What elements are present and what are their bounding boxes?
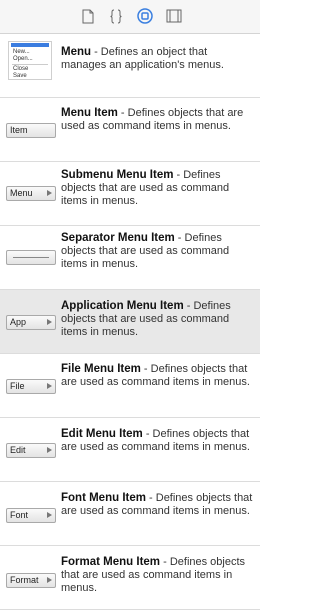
item-thumbnail: Font xyxy=(6,508,56,523)
item-title: Application Menu Item xyxy=(61,300,184,312)
item-description: Separator Menu Item - Defines objects th… xyxy=(61,232,254,271)
library-item-application-menu-item[interactable]: App Application Menu Item - Defines obje… xyxy=(0,290,260,354)
item-description: Menu - Defines an object that manages an… xyxy=(61,46,254,72)
item-description: Menu Item - Defines objects that are use… xyxy=(61,107,254,133)
item-thumbnail xyxy=(6,250,56,265)
file-icon[interactable] xyxy=(80,8,96,24)
submenu-arrow-icon xyxy=(47,190,52,196)
menu-thumb-item: Close xyxy=(13,66,29,72)
item-thumbnail: Format xyxy=(6,573,56,588)
library-item-separator-menu-item[interactable]: Separator Menu Item - Defines objects th… xyxy=(0,226,260,290)
item-description: Edit Menu Item - Defines objects that ar… xyxy=(61,428,254,454)
item-description: Submenu Menu Item - Defines objects that… xyxy=(61,169,254,208)
library-item-font-menu-item[interactable]: Font Font Menu Item - Defines objects th… xyxy=(0,482,260,546)
menu-thumb-item: New... xyxy=(13,49,30,55)
item-description: Application Menu Item - Defines objects … xyxy=(61,300,254,339)
thumbnail-label: App xyxy=(10,317,27,327)
media-library-icon[interactable] xyxy=(166,8,182,24)
menu-thumb-item: Open... xyxy=(13,56,33,62)
item-title: Menu xyxy=(61,46,92,58)
separator-line xyxy=(13,257,49,258)
library-toolbar xyxy=(0,0,260,34)
item-description: File Menu Item - Defines objects that ar… xyxy=(61,363,254,389)
thumbnail-label: Item xyxy=(10,125,28,135)
library-item-menu[interactable]: New... Open... Close Save Menu - Defines… xyxy=(0,34,260,98)
item-thumbnail: Menu xyxy=(6,186,56,201)
library-item-menu-item[interactable]: Item Menu Item - Defines objects that ar… xyxy=(0,98,260,162)
item-title: File Menu Item xyxy=(61,363,141,375)
submenu-arrow-icon xyxy=(47,319,52,325)
library-item-format-menu-item[interactable]: Format Format Menu Item - Defines object… xyxy=(0,546,260,610)
braces-icon[interactable] xyxy=(108,8,124,24)
submenu-arrow-icon xyxy=(47,512,52,518)
thumbnail-label: File xyxy=(10,381,25,391)
item-title: Separator Menu Item xyxy=(61,232,175,244)
submenu-arrow-icon xyxy=(47,577,52,583)
item-thumbnail: File xyxy=(6,379,56,394)
thumbnail-label: Menu xyxy=(10,188,33,198)
item-thumbnail: Item xyxy=(6,123,56,138)
item-title: Submenu Menu Item xyxy=(61,169,174,181)
submenu-arrow-icon xyxy=(47,447,52,453)
library-item-file-menu-item[interactable]: File File Menu Item - Defines objects th… xyxy=(0,354,260,418)
menu-thumb-item: Save xyxy=(13,73,27,79)
item-description: Format Menu Item - Defines objects that … xyxy=(61,556,254,595)
item-description: Font Menu Item - Defines objects that ar… xyxy=(61,492,254,518)
object-library-list: New... Open... Close Save Menu - Defines… xyxy=(0,34,260,610)
item-title: Format Menu Item xyxy=(61,556,161,568)
object-library-icon[interactable] xyxy=(137,8,153,24)
item-thumbnail: Edit xyxy=(6,443,56,458)
thumbnail-label: Edit xyxy=(10,445,26,455)
thumbnail-label: Font xyxy=(10,510,29,520)
library-item-edit-menu-item[interactable]: Edit Edit Menu Item - Defines objects th… xyxy=(0,418,260,482)
thumbnail-label: Format xyxy=(10,575,39,585)
item-thumbnail: App xyxy=(6,315,56,330)
item-title: Menu Item xyxy=(61,107,118,119)
library-item-submenu-menu-item[interactable]: Menu Submenu Menu Item - Defines objects… xyxy=(0,162,260,226)
menu-thumbnail: New... Open... Close Save xyxy=(8,41,52,80)
item-title: Font Menu Item xyxy=(61,492,146,504)
item-title: Edit Menu Item xyxy=(61,428,143,440)
submenu-arrow-icon xyxy=(47,383,52,389)
